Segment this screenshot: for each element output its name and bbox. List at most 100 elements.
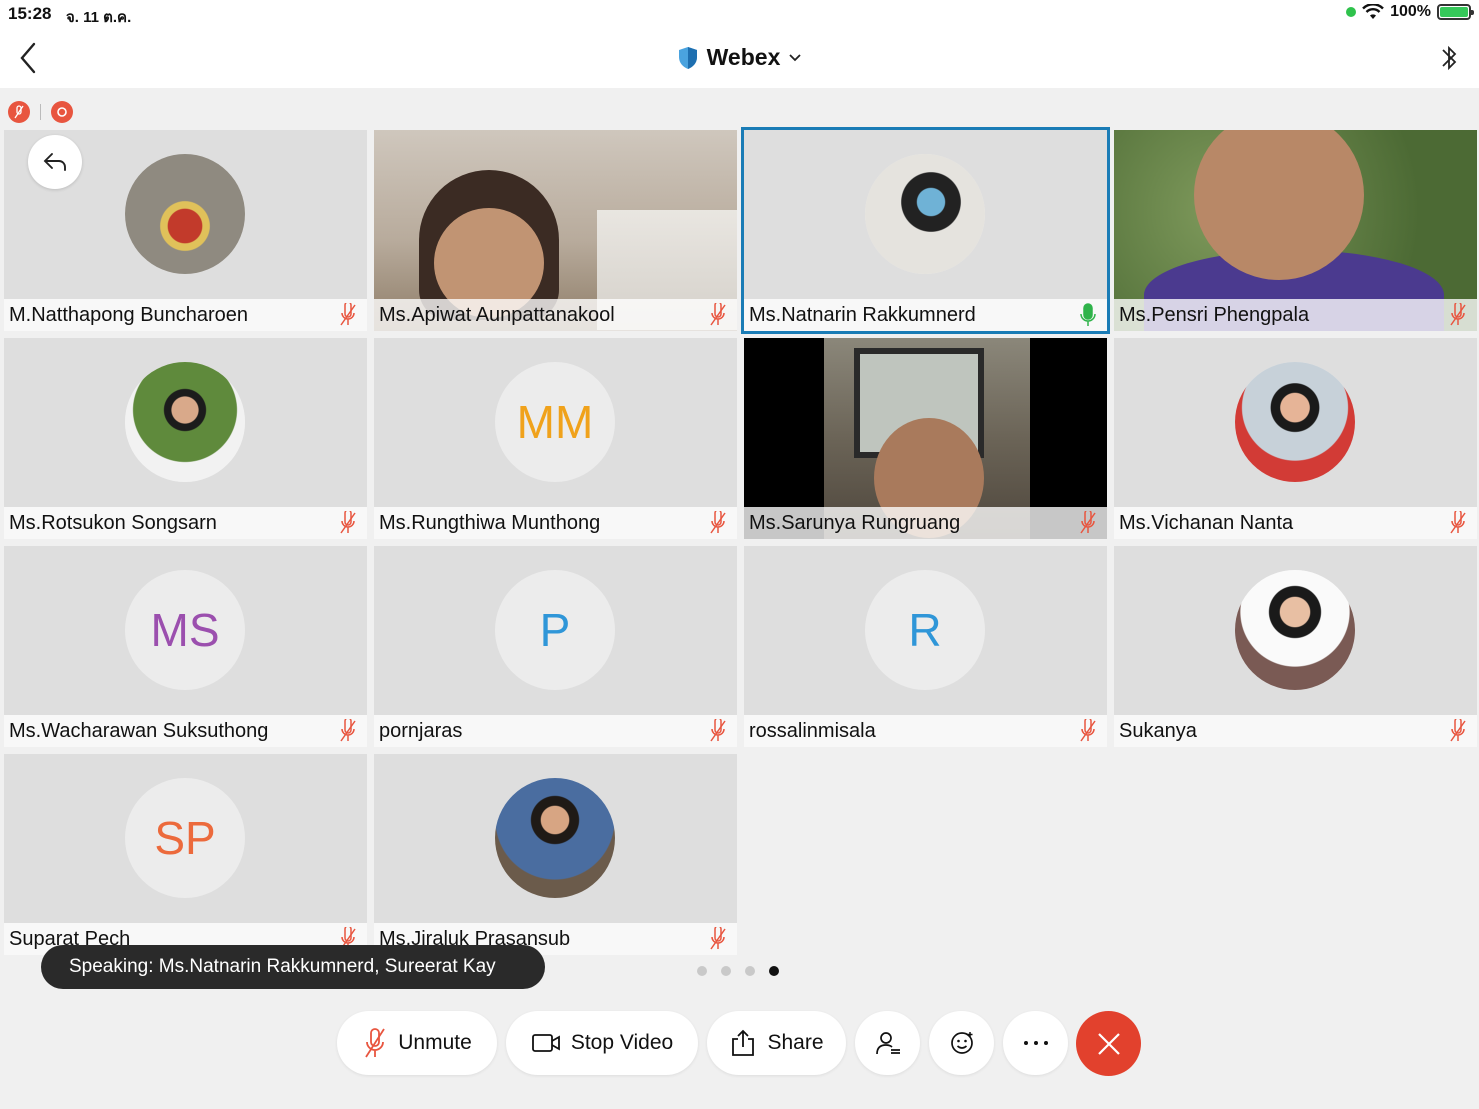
- mic-muted-icon: [710, 927, 726, 950]
- participant-tile[interactable]: Ms.Jiraluk Prasansub: [374, 754, 737, 955]
- participants-icon: [875, 1032, 900, 1055]
- participant-tile[interactable]: Rrossalinmisala: [744, 546, 1107, 747]
- initials-text: MM: [516, 396, 594, 448]
- participant-name: Ms.Apiwat Aunpattanakool: [379, 304, 615, 326]
- participant-tile[interactable]: MM Ms.Rungthiwa Munthong: [374, 338, 737, 539]
- participant-tile[interactable]: Ms.Vichanan Nanta: [1114, 338, 1477, 539]
- avatar-photo: [495, 778, 615, 898]
- mic-muted-icon: [1450, 511, 1466, 534]
- participant-tile[interactable]: M.Natthapong Buncharoen: [4, 130, 367, 331]
- avatar-photo: [125, 154, 245, 274]
- top-nav: Webex: [0, 28, 1479, 88]
- share-button[interactable]: Share: [707, 1011, 846, 1075]
- avatar-photo: [865, 154, 985, 274]
- avatar-initials: R: [865, 570, 985, 690]
- indicator-divider: [40, 104, 41, 120]
- status-time: 15:28: [8, 4, 52, 23]
- avatar-initials: SP: [125, 778, 245, 898]
- participant-tile[interactable]: SP Suparat Pech: [4, 754, 367, 955]
- camera-indicator-icon: [1346, 7, 1357, 17]
- participant-tile[interactable]: Ms.Apiwat Aunpattanakool: [374, 130, 737, 331]
- stop-video-button[interactable]: Stop Video: [506, 1011, 698, 1075]
- unmute-label: Unmute: [398, 1031, 472, 1054]
- page-dot[interactable]: [745, 966, 755, 976]
- participant-tile[interactable]: Ms.Sarunya Rungruang: [744, 338, 1107, 539]
- more-dots-icon: [1023, 1041, 1048, 1045]
- mic-muted-icon: [340, 303, 356, 326]
- stop-video-label: Stop Video: [570, 1031, 674, 1054]
- unmute-button[interactable]: Unmute: [337, 1011, 497, 1075]
- leave-meeting-button[interactable]: [1076, 1011, 1141, 1076]
- share-icon: [732, 1029, 755, 1056]
- participant-tile[interactable]: MS Ms.Wacharawan Suksuthong: [4, 546, 367, 747]
- participant-name: Ms.Sarunya Rungruang: [749, 512, 961, 534]
- page-indicator[interactable]: [697, 966, 779, 976]
- video-camera-icon: [531, 1034, 560, 1052]
- page-dot[interactable]: [697, 966, 707, 976]
- participant-name: pornjaras: [379, 720, 463, 742]
- participants-button[interactable]: [855, 1011, 920, 1075]
- app-title: Webex: [706, 44, 781, 70]
- participant-name: Ms.Natnarin Rakkumnerd: [749, 304, 976, 326]
- name-bar: rossalinmisala: [744, 715, 1107, 747]
- mic-muted-icon: [1080, 511, 1096, 534]
- name-bar: M.Natthapong Buncharoen: [4, 299, 367, 331]
- participant-tile[interactable]: Ms.Pensri Phengpala: [1114, 130, 1477, 331]
- participant-tile[interactable]: Ms.Natnarin Rakkumnerd: [741, 127, 1110, 334]
- close-icon: [1097, 1032, 1120, 1055]
- participant-tile[interactable]: Ms.Rotsukon Songsarn: [4, 338, 367, 539]
- name-bar: Sukanya: [1114, 715, 1477, 747]
- mic-muted-icon: [1450, 303, 1466, 326]
- mic-muted-icon: [1450, 719, 1466, 742]
- name-bar: Ms.Wacharawan Suksuthong: [4, 715, 367, 747]
- mic-active-icon: [1080, 303, 1096, 326]
- name-bar: Ms.Sarunya Rungruang: [744, 507, 1107, 539]
- bluetooth-icon[interactable]: [1437, 40, 1461, 76]
- name-bar: Ms.Rungthiwa Munthong: [374, 507, 737, 539]
- mic-muted-icon: [340, 511, 356, 534]
- status-right: 100%: [1346, 3, 1474, 21]
- battery-percent: 100%: [1390, 3, 1431, 20]
- initials-text: P: [539, 604, 571, 656]
- name-bar: Ms.Apiwat Aunpattanakool: [374, 299, 737, 331]
- participant-tile[interactable]: Ppornjaras: [374, 546, 737, 747]
- participant-name: rossalinmisala: [749, 720, 876, 742]
- speaking-toast: Speaking: Ms.Natnarin Rakkumnerd, Sureer…: [41, 945, 545, 989]
- participant-name: M.Natthapong Buncharoen: [9, 304, 249, 326]
- wifi-icon: [1362, 4, 1384, 19]
- avatar-initials: MM: [495, 362, 615, 482]
- emoji-icon: [950, 1032, 973, 1054]
- participant-name: Ms.Rotsukon Songsarn: [9, 512, 217, 534]
- more-options-button[interactable]: [1003, 1011, 1068, 1075]
- participant-tile[interactable]: Sukanya: [1114, 546, 1477, 747]
- reactions-button[interactable]: [929, 1011, 994, 1075]
- mic-muted-icon: [340, 719, 356, 742]
- participant-name: Ms.Wacharawan Suksuthong: [9, 720, 269, 742]
- mic-muted-icon: [710, 303, 726, 326]
- share-label: Share: [767, 1031, 824, 1054]
- name-bar: Ms.Vichanan Nanta: [1114, 507, 1477, 539]
- title-group[interactable]: Webex: [0, 44, 1479, 71]
- name-bar: Ms.Rotsukon Songsarn: [4, 507, 367, 539]
- initials-text: SP: [154, 812, 216, 864]
- page-dot[interactable]: [721, 966, 731, 976]
- page-dot[interactable]: [769, 966, 779, 976]
- name-bar: Ms.Pensri Phengpala: [1114, 299, 1477, 331]
- battery-icon: [1437, 4, 1474, 20]
- participant-name: Ms.Vichanan Nanta: [1119, 512, 1294, 534]
- participant-name: Ms.Pensri Phengpala: [1119, 304, 1310, 326]
- mic-muted-icon: [710, 719, 726, 742]
- mic-muted-icon: [710, 511, 726, 534]
- name-bar: Ms.Natnarin Rakkumnerd: [744, 299, 1107, 331]
- mic-muted-icon: [365, 1028, 385, 1058]
- initials-text: R: [908, 604, 942, 656]
- name-bar: pornjaras: [374, 715, 737, 747]
- indicator-row: [8, 101, 73, 123]
- initials-text: MS: [150, 604, 220, 656]
- avatar-photo: [1235, 362, 1355, 482]
- reply-button[interactable]: [28, 135, 82, 189]
- avatar-initials: MS: [125, 570, 245, 690]
- avatar-initials: P: [495, 570, 615, 690]
- participant-name: Ms.Rungthiwa Munthong: [379, 512, 601, 534]
- shield-icon: [678, 46, 697, 69]
